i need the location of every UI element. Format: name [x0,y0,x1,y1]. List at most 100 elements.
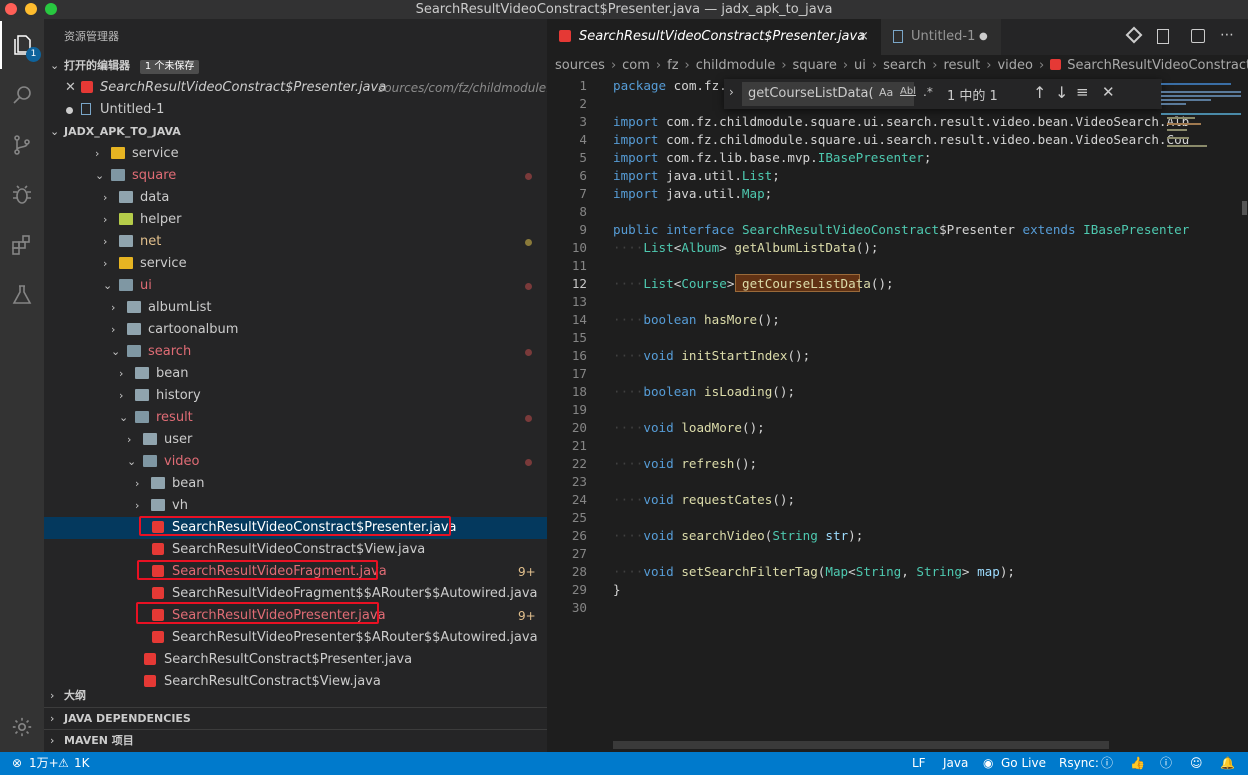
gear-icon[interactable] [0,703,44,751]
match-case-button[interactable]: Aa [879,86,893,99]
breadcrumb-item[interactable]: fz [667,58,678,73]
folder-item[interactable]: › albumList [44,297,547,319]
testing-icon[interactable] [0,271,44,319]
outline-section[interactable]: › 大纲 [44,685,547,707]
code-line[interactable]: public interface SearchResultVideoConstr… [613,221,1189,239]
code-line[interactable]: ····void setSearchFilterTag(Map<String, … [613,563,1015,581]
rsync-label[interactable]: Rsync: [1059,752,1099,775]
code-line[interactable]: ····void loadMore(); [613,419,765,437]
more-actions-icon[interactable]: ⋯ [1220,27,1234,43]
tab-presenter[interactable]: SearchResultVideoConstract$Presenter.jav… [547,19,881,55]
file-item[interactable]: SearchResultVideoPresenter$$ARouter$$Aut… [44,627,547,649]
folder-icon [127,323,141,335]
close-icon[interactable]: ✕ [1102,83,1115,101]
folder-item[interactable]: › service [44,253,547,275]
breadcrumb-item[interactable]: search [883,58,926,73]
source-control-icon[interactable] [0,121,44,169]
folder-item[interactable]: › user [44,429,547,451]
regex-button[interactable]: .* [923,85,933,99]
code-line[interactable]: } [613,581,621,599]
minimize-window-button[interactable] [25,3,37,15]
code-line[interactable]: ····void initStartIndex(); [613,347,810,365]
info-icon[interactable]: ⓘ [1160,752,1172,775]
debug-icon[interactable] [0,171,44,219]
split-editor-icon[interactable] [1191,29,1205,43]
code-line[interactable]: ····void requestCates(); [613,491,795,509]
error-count[interactable]: 1万+ [29,752,59,775]
folder-item[interactable]: ⌄ ui [44,275,547,297]
whole-word-button[interactable]: Abl [900,86,916,97]
open-changes-icon[interactable] [1125,26,1143,44]
close-window-button[interactable] [5,3,17,15]
horizontal-scrollbar[interactable] [613,741,1109,749]
code-line[interactable]: ····void refresh(); [613,455,757,473]
close-icon[interactable]: × [858,19,869,55]
folder-item[interactable]: › bean [44,473,547,495]
project-section[interactable]: ⌄ JADX_APK_TO_JAVA [44,121,547,143]
open-editors-section[interactable]: ⌄ 打开的编辑器 1 个未保存 [44,55,547,77]
open-editor-item[interactable]: Untitled-1 [44,99,547,121]
info-icon[interactable]: ⓘ [1101,752,1113,775]
chevron-right-icon[interactable]: › [729,85,734,99]
arrow-up-icon[interactable]: ↑ [1033,83,1046,102]
folder-item[interactable]: › net [44,231,547,253]
breadcrumb-item[interactable]: square [793,58,837,73]
folder-item[interactable]: › bean [44,363,547,385]
folder-item[interactable]: ⌄ search [44,341,547,363]
tab-untitled[interactable]: Untitled-1 ● [881,19,1001,55]
breadcrumb-item[interactable]: sources [555,58,605,73]
problem-count: 9+ [518,565,536,579]
explorer-icon[interactable]: 1 [0,21,44,69]
breadcrumb-item[interactable]: childmodule [696,58,776,73]
error-icon[interactable]: ⊗ [12,752,22,775]
folder-item[interactable]: › cartoonalbum [44,319,547,341]
close-icon[interactable]: ✕ [65,77,76,99]
broadcast-icon[interactable]: ◉ [983,752,993,775]
folder-item[interactable]: ⌄ square [44,165,547,187]
code-line[interactable]: ····void searchVideo(String str); [613,527,863,545]
eol-indicator[interactable]: LF [912,752,926,775]
java-dependencies-section[interactable]: › JAVA DEPENDENCIES [44,707,547,729]
arrow-down-icon[interactable]: ↓ [1055,83,1068,102]
breadcrumb-item[interactable]: video [997,58,1033,73]
breadcrumb-item[interactable]: SearchResultVideoConstract$Pres [1067,58,1248,73]
go-live-button[interactable]: Go Live [1001,752,1046,775]
code-line[interactable]: import com.fz.childmodule.square.ui.sear… [613,131,1189,149]
find-in-selection-icon[interactable]: ≡ [1076,83,1089,101]
code-line[interactable]: import com.fz.childmodule.square.ui.sear… [613,113,1189,131]
file-item[interactable]: SearchResultVideoConstract$View.java [44,539,547,561]
folder-item[interactable]: › vh [44,495,547,517]
code-line[interactable]: ····List<Album> getAlbumListData(); [613,239,878,257]
code-line[interactable]: ····boolean hasMore(); [613,311,780,329]
code-line[interactable]: package com.fz.c [613,77,734,95]
folder-item[interactable]: › service [44,143,547,165]
code-line[interactable]: ····List<Course> getCourseListData(); [613,275,894,293]
minimap[interactable] [1159,77,1247,747]
maven-section[interactable]: › MAVEN 项目 [44,729,547,751]
folder-item[interactable]: › history [44,385,547,407]
breadcrumb-item[interactable]: result [943,58,980,73]
warning-count[interactable]: 1K [74,752,90,775]
code-line[interactable]: import java.util.List; [613,167,780,185]
feedback-icon[interactable]: ☺ [1190,752,1203,775]
warning-icon[interactable]: ⚠ [58,752,69,775]
breadcrumb-item[interactable]: ui [854,58,866,73]
breadcrumb-item[interactable]: com [622,58,650,73]
file-item[interactable]: SearchResultConstract$Presenter.java [44,649,547,671]
thumbs-up-icon[interactable]: 👍 [1130,752,1145,775]
extensions-icon[interactable] [0,221,44,269]
folder-item[interactable]: › data [44,187,547,209]
code-line[interactable]: ····boolean isLoading(); [613,383,795,401]
code-line[interactable]: import com.fz.lib.base.mvp.IBasePresente… [613,149,931,167]
bell-icon[interactable]: 🔔 [1220,752,1235,775]
open-editor-item[interactable]: ✕ SearchResultVideoConstract$Presenter.j… [44,77,558,99]
language-mode[interactable]: Java [943,752,968,775]
folder-item[interactable]: › helper [44,209,547,231]
search-icon[interactable] [0,71,44,119]
zoom-window-button[interactable] [45,3,57,15]
code-area[interactable]: 1 2 3 4 5 6 7 8 9 10 11 12 13 14 15 16 17 18 19 20 21 22 23 24 2… [547,77,1189,747]
folder-item[interactable]: ⌄ video [44,451,547,473]
folder-item[interactable]: ⌄ result [44,407,547,429]
preview-icon[interactable] [1157,29,1169,44]
code-line[interactable]: import java.util.Map; [613,185,772,203]
